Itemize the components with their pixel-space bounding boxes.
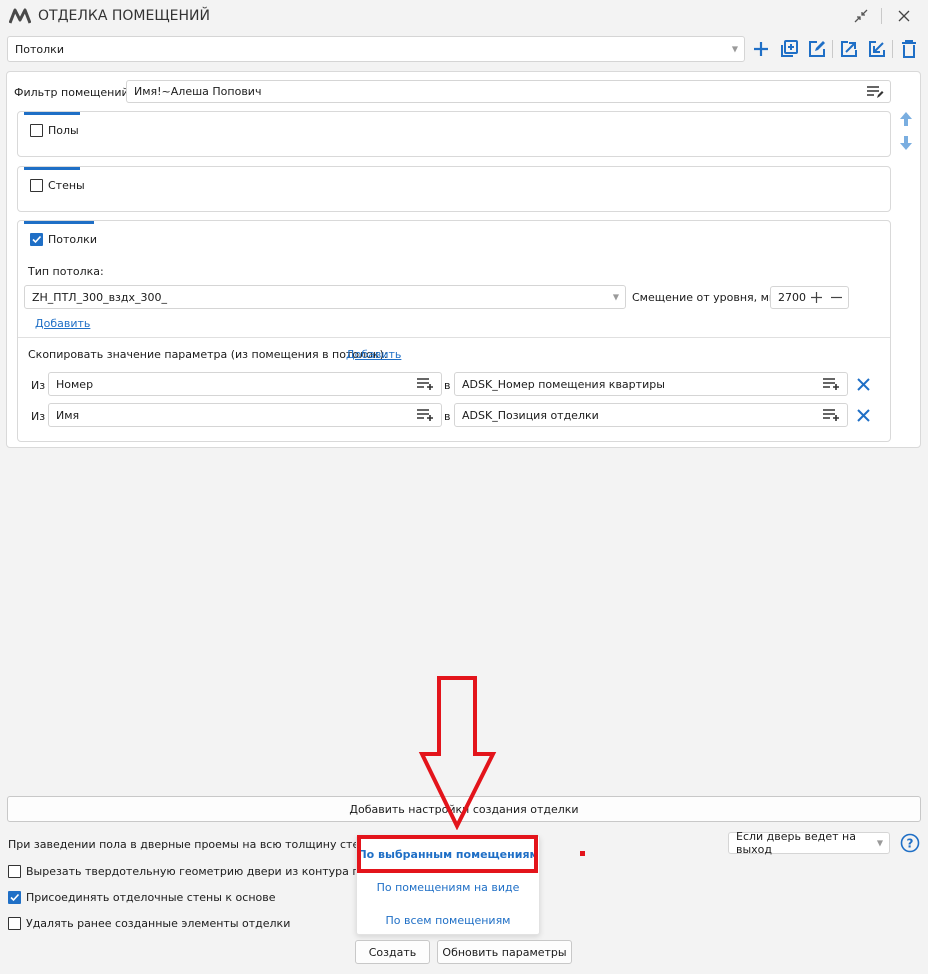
chevron-down-icon: ▼: [731, 44, 738, 54]
ceiling-type-value: ZH_ПТЛ_300_вздх_300_: [32, 290, 168, 304]
mapping-to-field[interactable]: ADSK_Позиция отделки: [454, 403, 848, 427]
chevron-down-icon: ▼: [876, 838, 883, 848]
plus-icon[interactable]: [811, 292, 822, 303]
create-button-label: Создать: [368, 945, 417, 959]
copy-add-icon: [781, 40, 798, 57]
update-parameters-button[interactable]: Обновить параметры: [437, 940, 572, 964]
list-add-icon[interactable]: [822, 408, 841, 422]
create-button[interactable]: Создать: [355, 940, 430, 964]
ceilings-tab-indicator: [24, 221, 94, 224]
floors-section: Полы: [17, 111, 891, 157]
filter-input[interactable]: Имя!~Алеша Попович: [126, 80, 891, 103]
toolbar-divider-2: [892, 40, 893, 58]
ceilings-checkbox[interactable]: [30, 233, 43, 246]
add-mapping-link[interactable]: Добавить: [346, 348, 401, 361]
checkmark-icon: [10, 893, 20, 902]
list-add-icon[interactable]: [416, 377, 435, 391]
ceilings-label: Потолки: [48, 233, 97, 246]
mapping-to-value: ADSK_Номер помещения квартиры: [462, 377, 665, 391]
minus-icon[interactable]: [831, 292, 842, 303]
filter-label: Фильтр помещений:: [14, 86, 133, 99]
move-down-icon[interactable]: [899, 135, 913, 151]
cut-door-geometry-checkbox[interactable]: [8, 865, 21, 878]
red-dot-marker: [580, 851, 585, 856]
highlight-box: [357, 835, 538, 873]
export-icon: [841, 41, 857, 57]
section-divider: [18, 337, 890, 338]
walls-checkbox[interactable]: [30, 179, 43, 192]
settings-panel: Фильтр помещений: Имя!~Алеша Попович Пол…: [6, 71, 921, 448]
add-ceiling-type-link[interactable]: Добавить: [35, 317, 90, 330]
filter-input-value: Имя!~Алеша Попович: [134, 85, 262, 98]
floors-label: Полы: [48, 124, 79, 137]
delete-old-elements-checkbox[interactable]: [8, 917, 21, 930]
remove-mapping-icon[interactable]: [857, 378, 870, 391]
mapping-from-field[interactable]: Имя: [48, 403, 442, 427]
move-up-icon[interactable]: [899, 111, 913, 127]
mapping-from-value: Номер: [56, 377, 94, 391]
svg-text:?: ?: [907, 837, 914, 851]
mapping-to-field[interactable]: ADSK_Номер помещения квартиры: [454, 372, 848, 396]
trash-icon: [902, 40, 916, 58]
floors-tab-indicator: [24, 112, 80, 115]
offset-stepper[interactable]: 2700: [770, 286, 849, 309]
list-add-icon[interactable]: [416, 408, 435, 422]
collapse-icon[interactable]: [853, 8, 869, 24]
walls-section: Стены: [17, 166, 891, 212]
app-logo-icon: [9, 8, 31, 24]
title-divider: [881, 8, 882, 24]
arrow-down-annotation: [418, 676, 497, 830]
list-edit-icon[interactable]: [866, 85, 884, 99]
delete-button[interactable]: [898, 38, 920, 60]
join-walls-label: Присоединять отделочные стены к основе: [26, 891, 276, 904]
door-setting-select[interactable]: Если дверь ведет на выход ▼: [728, 830, 890, 856]
door-setting-label: При заведении пола в дверные проемы на в…: [8, 838, 405, 851]
mapping-from-value: Имя: [56, 408, 80, 422]
offset-value: 2700: [778, 291, 806, 304]
floors-checkbox[interactable]: [30, 124, 43, 137]
join-walls-checkbox[interactable]: [8, 891, 21, 904]
mapping-from-label: Из: [31, 410, 46, 423]
ceiling-type-select[interactable]: ZH_ПТЛ_300_вздх_300_ ▼: [24, 285, 626, 309]
import-icon: [869, 41, 885, 57]
menu-item-rooms-on-view[interactable]: По помещениям на виде: [357, 881, 539, 894]
export-button[interactable]: [838, 38, 860, 60]
ceiling-type-label: Тип потолка:: [28, 265, 104, 278]
list-add-icon[interactable]: [822, 377, 841, 391]
offset-label: Смещение от уровня, мм:: [632, 291, 781, 304]
edit-icon: [809, 41, 825, 57]
help-icon[interactable]: ?: [900, 833, 920, 853]
mapping-from-field[interactable]: Номер: [48, 372, 442, 396]
copy-add-button[interactable]: [778, 38, 800, 60]
delete-old-elements-label: Удалять ранее созданные элементы отделки: [26, 917, 291, 930]
walls-tab-indicator: [24, 167, 80, 170]
ceilings-section: Потолки Тип потолка: ZH_ПТЛ_300_вздх_300…: [17, 220, 891, 442]
cut-door-geometry-label: Вырезать твердотельную геометрию двери и…: [26, 865, 381, 878]
toolbar-divider: [832, 40, 833, 58]
update-parameters-button-label: Обновить параметры: [442, 945, 567, 959]
preset-select[interactable]: Потолки ▼: [7, 36, 745, 62]
import-button[interactable]: [866, 38, 888, 60]
menu-item-all-rooms[interactable]: По всем помещениям: [357, 914, 539, 927]
mapping-from-label: Из: [31, 379, 46, 392]
mapping-to-label: в: [444, 410, 451, 423]
checkmark-icon: [32, 235, 42, 244]
walls-label: Стены: [48, 179, 85, 192]
edit-button[interactable]: [806, 38, 828, 60]
copy-param-label: Скопировать значение параметра (из помещ…: [28, 348, 388, 361]
add-button[interactable]: [750, 38, 772, 60]
remove-mapping-icon[interactable]: [857, 409, 870, 422]
window-title: ОТДЕЛКА ПОМЕЩЕНИЙ: [38, 8, 210, 24]
close-icon[interactable]: [898, 10, 910, 22]
mapping-to-label: в: [444, 379, 451, 392]
preset-select-value: Потолки: [15, 42, 64, 56]
chevron-down-icon: ▼: [612, 292, 619, 302]
mapping-to-value: ADSK_Позиция отделки: [462, 408, 599, 422]
title-bar: ОТДЕЛКА ПОМЕЩЕНИЙ: [0, 0, 928, 32]
door-setting-value: Если дверь ведет на выход: [736, 830, 856, 856]
add-icon: [754, 42, 768, 56]
